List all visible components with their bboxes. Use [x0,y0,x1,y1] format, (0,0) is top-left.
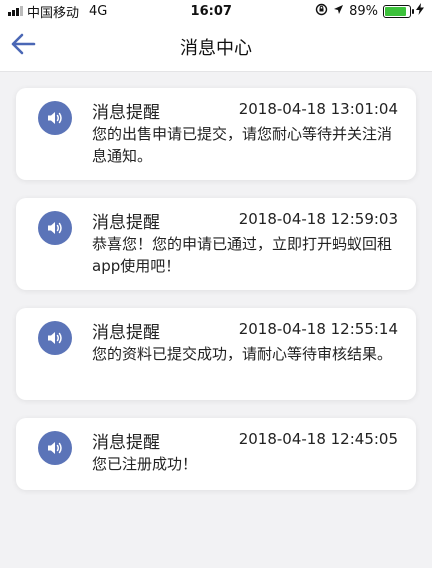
message-title: 消息提醒 [92,323,160,343]
back-arrow-icon [10,33,36,59]
message-time: 2018-04-18 13:01:04 [238,100,398,118]
message-text: 恭喜您！您的申请已通过，立即打开蚂蚁回租app使用吧！ [92,235,393,275]
message-text: 您的出售申请已提交，请您耐心等待并关注消息通知。 [92,125,393,165]
message-title: 消息提醒 [92,103,160,123]
message-card[interactable]: 消息提醒 2018-04-18 12:45:05 您已注册成功！ [16,418,416,490]
battery-icon [382,4,414,18]
status-right: 89% [315,3,424,20]
message-text: 您的资料已提交成功，请耐心等待审核结果。 [92,345,393,363]
message-text: 您已注册成功！ [92,455,198,473]
page-title: 消息中心 [180,37,252,59]
back-button[interactable] [8,31,38,61]
message-card[interactable]: 消息提醒 2018-04-18 12:55:14 您的资料已提交成功，请耐心等待… [16,308,416,400]
carrier-label: 中国移动 [27,5,80,21]
rotation-lock-icon [315,3,328,20]
network-label: 4G [89,3,108,19]
speaker-icon [38,321,72,355]
charging-icon [415,3,424,19]
message-time: 2018-04-18 12:55:14 [238,320,398,338]
speaker-icon [38,101,72,135]
speaker-icon [38,211,72,245]
message-card[interactable]: 消息提醒 2018-04-18 13:01:04 您的出售申请已提交，请您耐心等… [16,88,416,180]
message-title: 消息提醒 [92,433,160,453]
message-title: 消息提醒 [92,213,160,233]
message-time: 2018-04-18 12:59:03 [238,210,398,228]
navigation-bar: 消息中心 [0,22,432,72]
message-time: 2018-04-18 12:45:05 [238,430,398,448]
message-card[interactable]: 消息提醒 2018-04-18 12:59:03 恭喜您！您的申请已通过，立即打… [16,198,416,290]
speaker-icon [38,431,72,465]
status-bar: 中国移动 4G 16:07 89% [0,0,432,22]
status-time: 16:07 [190,3,232,19]
status-left: 中国移动 4G [8,2,107,21]
signal-icon [8,6,23,16]
message-list: 消息提醒 2018-04-18 13:01:04 您的出售申请已提交，请您耐心等… [0,72,432,490]
location-icon [333,4,344,19]
battery-percent: 89% [349,3,378,19]
